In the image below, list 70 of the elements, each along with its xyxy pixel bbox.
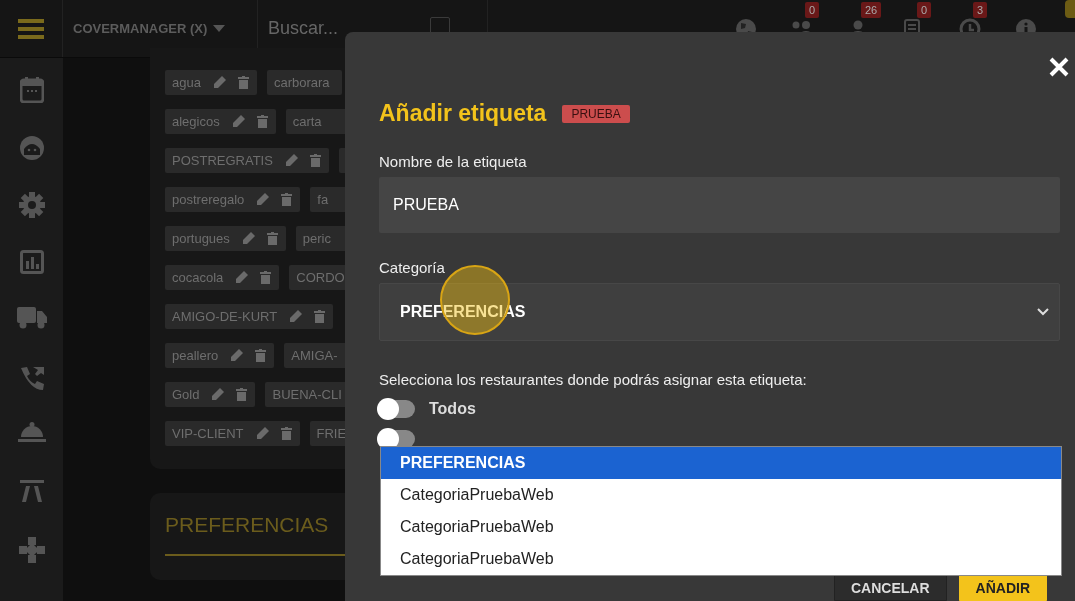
- trash-icon[interactable]: [266, 232, 278, 245]
- field-label: Nombre de la etiqueta: [379, 153, 528, 170]
- trash-icon[interactable]: [256, 115, 268, 128]
- close-icon[interactable]: [1049, 57, 1069, 77]
- tag-label: peallero: [172, 348, 219, 363]
- chevron-down-icon: [1037, 308, 1049, 316]
- caret-icon: [213, 25, 226, 32]
- trash-icon[interactable]: [236, 388, 248, 401]
- tag-label: fa: [317, 192, 329, 207]
- dropdown-option[interactable]: CategoriaPruebaWeb: [381, 479, 1061, 511]
- instruction-text: Selecciona los restaurantes donde podrás asignar esta etiqueta:: [379, 371, 808, 388]
- pencil-icon[interactable]: [284, 154, 298, 167]
- calendar-icon[interactable]: [19, 77, 44, 103]
- tag-label: POSTREGRATIS: [172, 153, 273, 168]
- count-badge: 0: [917, 1, 932, 18]
- tag-label: Gold: [172, 387, 200, 402]
- tag-label: AMIGA-: [291, 348, 338, 363]
- tag-label: carborara: [273, 75, 330, 90]
- menu-icon[interactable]: [18, 17, 44, 40]
- pencil-icon[interactable]: [235, 271, 249, 284]
- trash-icon[interactable]: [237, 76, 249, 89]
- tag-label: postreregalo: [172, 192, 245, 207]
- tag-label: peric: [302, 231, 331, 246]
- tag-label: CORDO: [296, 270, 345, 285]
- count-badge: 0: [805, 1, 820, 18]
- phone-icon[interactable]: [18, 364, 45, 391]
- pencil-icon[interactable]: [241, 232, 255, 245]
- pencil-icon[interactable]: [230, 349, 244, 362]
- field-label: Categoría: [379, 259, 446, 276]
- dropdown-option[interactable]: PREFERENCIAS: [381, 447, 1061, 479]
- table-icon[interactable]: [19, 479, 44, 502]
- pencil-icon[interactable]: [231, 115, 245, 128]
- trash-icon[interactable]: [309, 154, 321, 167]
- tag-label: agua: [172, 75, 201, 90]
- trash-icon[interactable]: [280, 427, 292, 440]
- count-badge: 3: [973, 1, 988, 18]
- toggle-switch[interactable]: [379, 400, 415, 418]
- trash-icon[interactable]: [281, 193, 293, 206]
- tag-badge: PRUEBA: [562, 104, 630, 123]
- trash-icon[interactable]: [260, 271, 272, 284]
- dropdown-option[interactable]: CategoriaPruebaWeb: [381, 511, 1061, 543]
- tag-label: BUENA-CLI: [272, 387, 342, 402]
- face-icon[interactable]: [18, 134, 45, 161]
- pencil-icon[interactable]: [211, 388, 225, 401]
- chart-icon[interactable]: [19, 249, 44, 274]
- tag-label: AMIGO-DE-KURT: [172, 309, 278, 324]
- truck-icon[interactable]: [16, 307, 47, 329]
- name-input[interactable]: PRUEBA: [379, 177, 1060, 233]
- dialog-title: Añadir etiqueta: [379, 100, 547, 127]
- tag-label: carta: [292, 114, 322, 129]
- trash-icon[interactable]: [255, 349, 267, 362]
- toggle-label: Todos: [429, 400, 476, 418]
- gamepad-icon[interactable]: [18, 537, 45, 563]
- trash-icon[interactable]: [314, 310, 326, 323]
- pencil-icon[interactable]: [256, 193, 270, 206]
- tag-label: portugues: [172, 231, 230, 246]
- tag-label: cocacola: [172, 270, 224, 285]
- account-button[interactable]: [1065, 0, 1075, 18]
- service-bell-icon[interactable]: [17, 422, 46, 442]
- toggle-switch[interactable]: [379, 430, 415, 448]
- settings-icon[interactable]: [18, 192, 45, 218]
- section-title: PREFERENCIAS: [165, 513, 329, 536]
- tag-label: VIP-CLIENT: [172, 426, 244, 441]
- count-badge: 26: [861, 1, 882, 18]
- tag-label: FRIE: [316, 426, 347, 441]
- search-field[interactable]: Buscar...: [266, 17, 420, 40]
- tag-label: alegicos: [172, 114, 220, 129]
- pencil-icon[interactable]: [255, 427, 269, 440]
- pencil-icon[interactable]: [289, 310, 303, 323]
- pencil-icon[interactable]: [212, 76, 226, 89]
